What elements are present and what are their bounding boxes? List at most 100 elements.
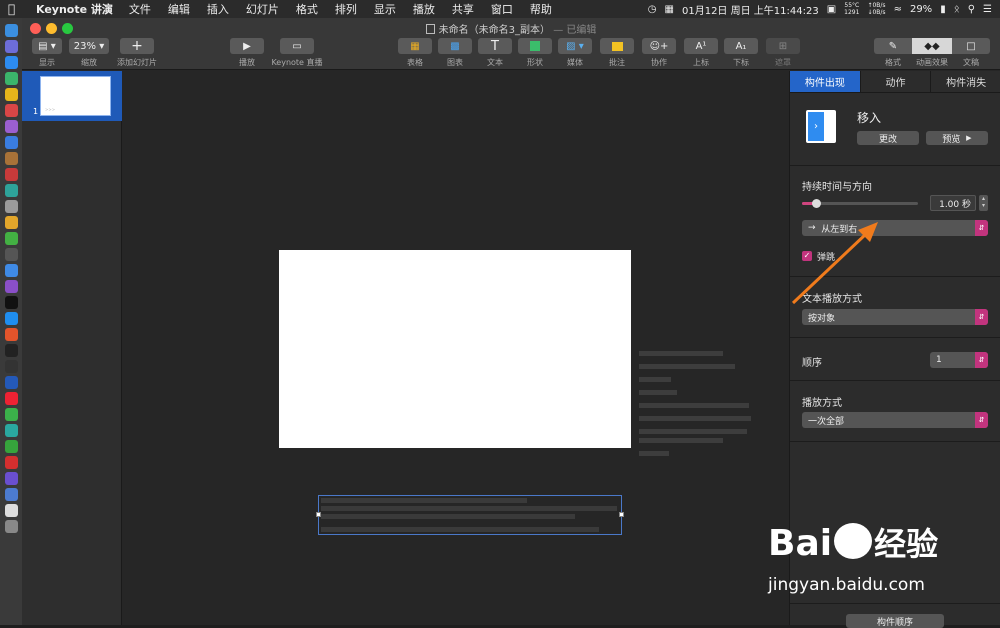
direction-select[interactable]: → 从左到右 ⇵ bbox=[802, 220, 988, 236]
order-select[interactable]: 1 ⇵ bbox=[930, 352, 988, 368]
netease-icon[interactable] bbox=[4, 456, 18, 469]
app-red-icon[interactable] bbox=[4, 104, 18, 117]
app-gray-icon[interactable] bbox=[4, 200, 18, 213]
bluetooth-icon[interactable]: ᛟ bbox=[954, 4, 960, 15]
app-dark-icon[interactable] bbox=[4, 248, 18, 261]
view-button[interactable]: ▤ ▾ bbox=[32, 38, 62, 54]
vpn-icon[interactable] bbox=[4, 376, 18, 389]
downloads-icon[interactable] bbox=[4, 488, 18, 501]
app-teal-icon[interactable] bbox=[4, 184, 18, 197]
app-violet-icon[interactable] bbox=[4, 280, 18, 293]
app-blue-icon[interactable] bbox=[4, 136, 18, 149]
duration-slider[interactable] bbox=[802, 199, 918, 208]
comment-button[interactable] bbox=[600, 38, 634, 54]
yandex-icon[interactable] bbox=[4, 392, 18, 405]
media-button[interactable]: ▨ ▾ bbox=[558, 38, 592, 54]
menu-format[interactable]: 格式 bbox=[296, 1, 318, 17]
build-order-button[interactable]: 构件顺序 bbox=[846, 614, 944, 628]
format-button[interactable]: ✎ bbox=[874, 38, 912, 54]
app-multi-icon[interactable] bbox=[4, 472, 18, 485]
animate-button[interactable]: ◆◆ bbox=[912, 38, 952, 54]
comment-label: 批注 bbox=[609, 58, 625, 67]
tab-action[interactable]: 动作 bbox=[861, 71, 932, 92]
play-button[interactable]: ▶ bbox=[230, 38, 264, 54]
selected-text-box[interactable] bbox=[316, 495, 624, 535]
menu-share[interactable]: 共享 bbox=[452, 1, 474, 17]
finder-icon[interactable] bbox=[4, 24, 18, 37]
apple-icon[interactable]:  bbox=[8, 3, 20, 15]
duration-stepper[interactable]: ▴ ▾ bbox=[979, 195, 988, 211]
search-icon[interactable]: ⚲ bbox=[968, 4, 975, 15]
launchpad-icon[interactable] bbox=[4, 40, 18, 53]
superscript-button[interactable]: A¹ bbox=[684, 38, 718, 54]
text-button[interactable]: T bbox=[478, 38, 512, 54]
battery-icon[interactable]: ▮ bbox=[940, 4, 946, 15]
menu-file[interactable]: 文件 bbox=[129, 1, 151, 17]
app-icon[interactable]: ▣ bbox=[827, 4, 836, 15]
appstore-icon[interactable] bbox=[4, 312, 18, 325]
delivery-select[interactable]: 一次全部 ⇵ bbox=[802, 412, 988, 428]
menu-edit[interactable]: 编辑 bbox=[168, 1, 190, 17]
duration-field[interactable]: 1.00 秒 bbox=[930, 195, 976, 211]
trash-icon[interactable] bbox=[4, 520, 18, 533]
duration-slider-knob[interactable] bbox=[811, 199, 821, 208]
app-black-icon[interactable] bbox=[4, 296, 18, 309]
keynote-live-button[interactable]: ▭ bbox=[280, 38, 314, 54]
slide[interactable] bbox=[279, 250, 631, 448]
shape-button[interactable] bbox=[518, 38, 552, 54]
menu-arrange[interactable]: 排列 bbox=[335, 1, 357, 17]
preview-button[interactable]: 预览 ▶ bbox=[926, 131, 988, 145]
app-green-icon[interactable] bbox=[4, 232, 18, 245]
app-cyan-icon[interactable] bbox=[4, 424, 18, 437]
document-title: 未命名（未命名3_副本） bbox=[438, 25, 550, 36]
terminal-icon[interactable] bbox=[4, 344, 18, 357]
resize-handle-right[interactable] bbox=[619, 512, 624, 517]
menu-view[interactable]: 显示 bbox=[374, 1, 396, 17]
document-button[interactable]: □ bbox=[952, 38, 990, 54]
safari-icon[interactable] bbox=[4, 56, 18, 69]
app-red2-icon[interactable] bbox=[4, 168, 18, 181]
document-icon[interactable] bbox=[4, 504, 18, 517]
app-brown-icon[interactable] bbox=[4, 152, 18, 165]
menu-insert[interactable]: 插入 bbox=[207, 1, 229, 17]
app-green2-icon[interactable] bbox=[4, 440, 18, 453]
app-yellow-icon[interactable] bbox=[4, 216, 18, 229]
text-delivery-select[interactable]: 按对象 ⇵ bbox=[802, 309, 988, 325]
slide-canvas[interactable] bbox=[123, 71, 789, 625]
subscript-button[interactable]: A₁ bbox=[724, 38, 758, 54]
resize-handle-left[interactable] bbox=[316, 512, 321, 517]
keynote-icon[interactable] bbox=[4, 264, 18, 277]
add-slide-button[interactable]: + bbox=[120, 38, 154, 54]
slide-thumbnail-row[interactable]: 1 >>> bbox=[22, 71, 122, 121]
chart-button[interactable]: ▩ bbox=[438, 38, 472, 54]
calendar-icon[interactable]: ▦ bbox=[665, 4, 674, 15]
app-orange-icon[interactable] bbox=[4, 328, 18, 341]
tab-build-out[interactable]: 构件消失 bbox=[931, 71, 1000, 92]
tab-build-in[interactable]: 构件出现 bbox=[790, 71, 861, 92]
table-button[interactable]: ▦ bbox=[398, 38, 432, 54]
collaborate-button[interactable]: ☺+ bbox=[642, 38, 676, 54]
monitor-icon[interactable] bbox=[4, 360, 18, 373]
time-machine-icon[interactable]: ◷ bbox=[648, 4, 657, 15]
chart-icon: ▩ bbox=[450, 40, 460, 52]
menu-window[interactable]: 窗口 bbox=[491, 1, 513, 17]
slide-thumbnail[interactable]: >>> bbox=[40, 76, 111, 116]
wechat-icon[interactable] bbox=[4, 408, 18, 421]
menu-help[interactable]: 帮助 bbox=[530, 1, 552, 17]
menu-play[interactable]: 播放 bbox=[413, 1, 435, 17]
change-effect-button[interactable]: 更改 bbox=[857, 131, 919, 145]
app-name-menu[interactable]: Keynote 讲演 bbox=[36, 1, 113, 17]
control-center-icon[interactable]: ☰ bbox=[983, 4, 992, 15]
app-purple-icon[interactable] bbox=[4, 120, 18, 133]
offslide-text-line bbox=[639, 377, 671, 382]
wifi-icon[interactable]: ≈ bbox=[894, 4, 902, 15]
text-delivery-value: 按对象 bbox=[808, 313, 836, 324]
document-panel-icon: □ bbox=[966, 40, 976, 52]
zoom-select[interactable]: 23% ▾ bbox=[69, 38, 109, 54]
bounce-checkbox[interactable]: ✓ bbox=[802, 251, 812, 261]
chrome-icon[interactable] bbox=[4, 88, 18, 101]
menubar-clock[interactable]: 01月12日 周日 上午11:44:23 bbox=[682, 2, 819, 17]
menu-slide[interactable]: 幻灯片 bbox=[246, 1, 279, 17]
photo-icon[interactable] bbox=[4, 72, 18, 85]
mask-button[interactable]: ⊞ bbox=[766, 38, 800, 54]
